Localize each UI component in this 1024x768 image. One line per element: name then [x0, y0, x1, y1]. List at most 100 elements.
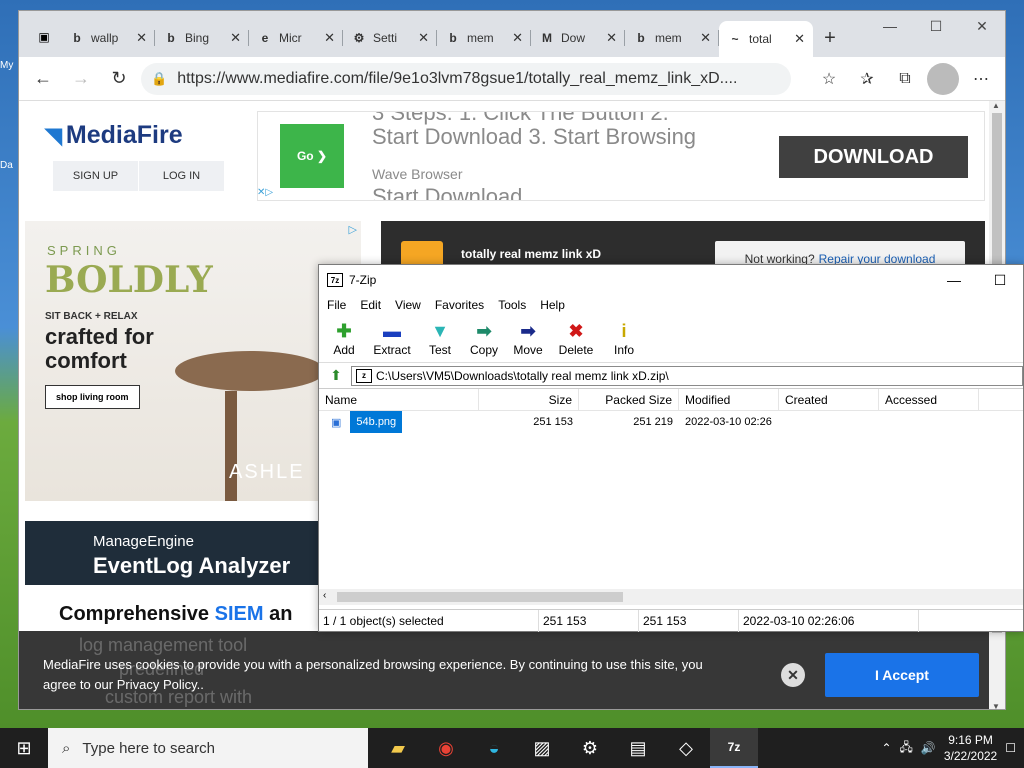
close-icon[interactable]: ✕ — [324, 30, 335, 46]
ad-go-button[interactable]: Go ❯ — [280, 124, 344, 188]
browser-tab[interactable]: b Bing ✕ — [155, 21, 249, 55]
adchoices-icon[interactable]: ✕▷ — [257, 187, 273, 198]
adchoices-icon[interactable]: ▷ — [349, 223, 357, 236]
browser-tab[interactable]: b wallp ✕ — [61, 21, 155, 55]
column-header[interactable]: Accessed — [879, 389, 979, 411]
status-modified: 2022-03-10 02:26:06 — [739, 610, 919, 632]
maximize-icon[interactable]: ☐ — [977, 265, 1023, 295]
scroll-left-icon[interactable]: ‹ — [323, 590, 326, 601]
store-icon[interactable]: ▤ — [614, 728, 662, 768]
auth-buttons: SIGN UP LOG IN — [53, 161, 225, 191]
ad-brand: ASHLE — [229, 461, 305, 483]
add-button[interactable]: ✚ Add — [327, 321, 361, 357]
scroll-up-icon[interactable]: ▲ — [992, 101, 1000, 110]
close-icon[interactable]: ✕ — [512, 30, 523, 46]
close-icon[interactable]: ✕ — [781, 663, 805, 687]
top-advertisement[interactable]: Go ❯ 3 Steps: 1. Click The Button 2. Sta… — [257, 111, 985, 201]
maximize-icon[interactable]: ☐ — [913, 11, 959, 41]
network-icon[interactable]: 🖧 — [900, 738, 913, 759]
table-row[interactable]: ▣ 54b.png 251 153 251 219 2022-03-10 02:26 — [319, 411, 1023, 433]
close-icon[interactable]: ✕ — [959, 11, 1005, 41]
status-packed: 251 153 — [639, 610, 739, 632]
close-icon[interactable]: ✕ — [230, 30, 241, 46]
menu-item[interactable]: Tools — [498, 298, 526, 312]
menu-item[interactable]: Favorites — [435, 298, 484, 312]
volume-icon[interactable]: 🔊 — [921, 741, 936, 755]
minimize-icon[interactable]: — — [867, 11, 913, 41]
clock[interactable]: 9:16 PM 3/22/2022 — [944, 732, 997, 764]
menu-item[interactable]: View — [395, 298, 421, 312]
browser-tab[interactable]: M Dow ✕ — [531, 21, 625, 55]
close-icon[interactable]: ✕ — [700, 30, 711, 46]
side-advertisement[interactable]: SPRING BOLDLY SIT BACK + RELAX crafted f… — [25, 221, 361, 501]
minimize-icon[interactable]: — — [931, 265, 977, 295]
extract-button[interactable]: ▬ Extract — [371, 321, 413, 357]
more-icon[interactable]: ⋯ — [965, 63, 997, 95]
column-header[interactable]: Packed Size — [579, 389, 679, 411]
path-input[interactable]: z C:\Users\VM5\Downloads\totally real me… — [351, 365, 1023, 386]
copy-button[interactable]: ➡ Copy — [467, 321, 501, 357]
favorites-icon[interactable]: ✰ — [851, 63, 883, 95]
column-header[interactable]: Name — [319, 389, 479, 411]
mediafire-logo[interactable]: ◥ MediaFire — [45, 121, 183, 150]
test-button[interactable]: ▼ Test — [423, 321, 457, 357]
close-icon[interactable]: ✕ — [136, 30, 147, 46]
taskbar-search[interactable]: ⌕ Type here to search — [48, 728, 368, 768]
move-button[interactable]: ➡ Move — [511, 321, 545, 357]
ad-download-button[interactable]: DOWNLOAD — [779, 136, 968, 178]
close-icon[interactable]: ✕ — [794, 31, 805, 47]
menu-item[interactable]: Edit — [360, 298, 381, 312]
manageengine-ad[interactable]: ManageEngine EventLog Analyzer — [25, 521, 361, 585]
photos-icon[interactable]: ▨ — [518, 728, 566, 768]
3d-viewer-icon[interactable]: ◇ — [662, 728, 710, 768]
accept-cookies-button[interactable]: I Accept — [825, 653, 979, 697]
file-explorer-icon[interactable]: ▰ — [374, 728, 422, 768]
column-header[interactable]: Created — [779, 389, 879, 411]
windows-start-icon[interactable]: ⊞ — [0, 728, 48, 768]
delete-button[interactable]: ✖ Delete — [555, 321, 597, 357]
signup-button[interactable]: SIGN UP — [53, 161, 139, 191]
profile-icon[interactable] — [927, 62, 959, 95]
browser-tab[interactable]: ⚙ Setti ✕ — [343, 21, 437, 55]
menu-item[interactable]: File — [327, 298, 346, 312]
scroll-down-icon[interactable]: ▼ — [992, 702, 1000, 709]
browser-tab[interactable]: e Micr ✕ — [249, 21, 343, 55]
address-bar[interactable]: 🔒 https://www.mediafire.com/file/9e1o3lv… — [141, 62, 791, 95]
tab-label: Setti — [373, 31, 398, 45]
scrollbar-thumb[interactable] — [337, 592, 623, 602]
status-selected: 1 / 1 object(s) selected — [319, 610, 539, 632]
column-header[interactable]: Modified — [679, 389, 779, 411]
chrome-icon[interactable]: ◉ — [422, 728, 470, 768]
column-header[interactable]: Size — [479, 389, 579, 411]
date: 3/22/2022 — [943, 749, 998, 763]
close-icon[interactable]: ✕ — [606, 30, 617, 46]
forward-icon[interactable]: → — [65, 63, 97, 95]
toolbar-label: Copy — [469, 342, 498, 357]
menu-item[interactable]: Help — [540, 298, 565, 312]
tab-actions-icon[interactable]: ▣ — [27, 19, 61, 55]
new-tab-button[interactable]: + — [813, 21, 847, 55]
zip-file-icon: z — [356, 368, 372, 383]
url-text: https://www.mediafire.com/file/9e1o3lvm7… — [177, 69, 738, 87]
collections-icon[interactable]: ⧉ — [889, 63, 921, 95]
7zip-taskbar-icon[interactable]: 7z — [710, 728, 758, 768]
favorite-add-icon[interactable]: ☆ — [813, 63, 845, 95]
login-button[interactable]: LOG IN — [139, 161, 225, 191]
edge-icon[interactable]: ◒ — [470, 728, 518, 768]
browser-tab[interactable]: b mem ✕ — [625, 21, 719, 55]
back-icon[interactable]: ← — [27, 63, 59, 95]
lock-icon[interactable]: 🔒 — [151, 71, 167, 87]
horizontal-scrollbar[interactable]: ‹ — [319, 589, 1023, 605]
7zip-toolbar: ✚ Add ▬ Extract ▼ Test ➡ Copy ➡ Move ✖ Delete i Info — [319, 315, 1023, 363]
settings-icon[interactable]: ⚙ — [566, 728, 614, 768]
browser-tab[interactable]: ~ total ✕ — [719, 21, 813, 57]
browser-tab[interactable]: b mem ✕ — [437, 21, 531, 55]
refresh-icon[interactable]: ↻ — [103, 63, 135, 95]
tab-bar: ▣ b wallp ✕ b Bing ✕ e Micr ✕ ⚙ Setti ✕ b mem ✕ M Dow ✕ b m… — [19, 11, 1005, 57]
chevron-up-icon[interactable]: ⌃ — [881, 741, 891, 755]
ad-cta-button[interactable]: shop living room — [45, 385, 140, 409]
notifications-icon[interactable]: ☐ — [1005, 741, 1016, 755]
close-icon[interactable]: ✕ — [418, 30, 429, 46]
folder-up-icon[interactable]: ⬆ — [327, 367, 345, 385]
info-button[interactable]: i Info — [607, 321, 641, 357]
